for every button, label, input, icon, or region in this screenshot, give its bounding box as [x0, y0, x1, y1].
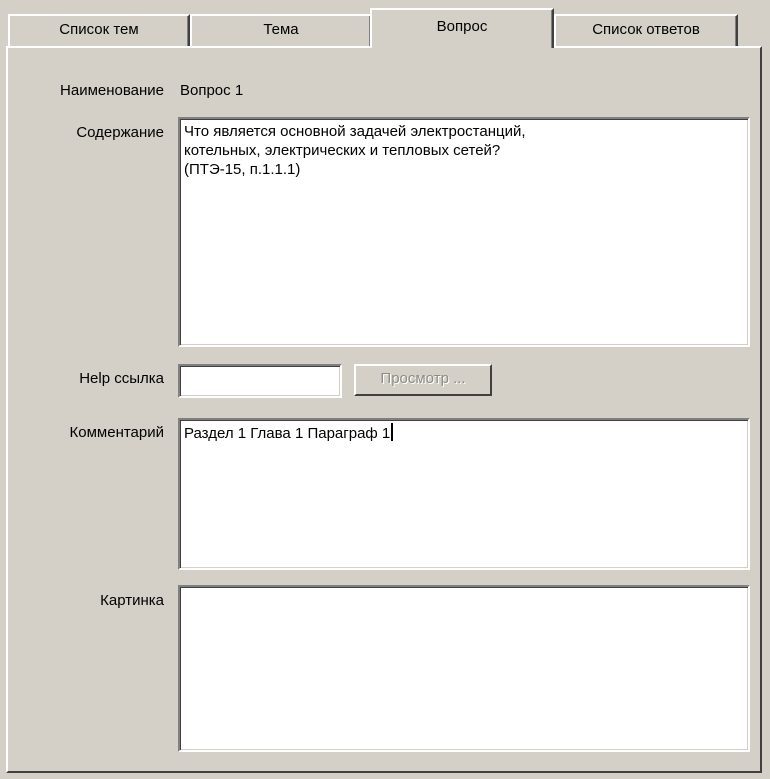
tab-topic[interactable]: Тема [190, 14, 372, 46]
tab-topic-list[interactable]: Список тем [8, 14, 190, 46]
tab-question[interactable]: Вопрос [370, 8, 554, 48]
tab-topic-label: Тема [263, 21, 299, 38]
question-editor-window: Список тем Тема Вопрос Список ответов На… [0, 0, 770, 779]
tab-answer-list[interactable]: Список ответов [554, 14, 738, 46]
active-tab-joint [372, 46, 550, 49]
tab-answer-list-label: Список ответов [592, 21, 700, 38]
question-panel [6, 46, 762, 773]
tab-question-label: Вопрос [436, 18, 488, 35]
tab-topic-list-label: Список тем [59, 21, 139, 38]
